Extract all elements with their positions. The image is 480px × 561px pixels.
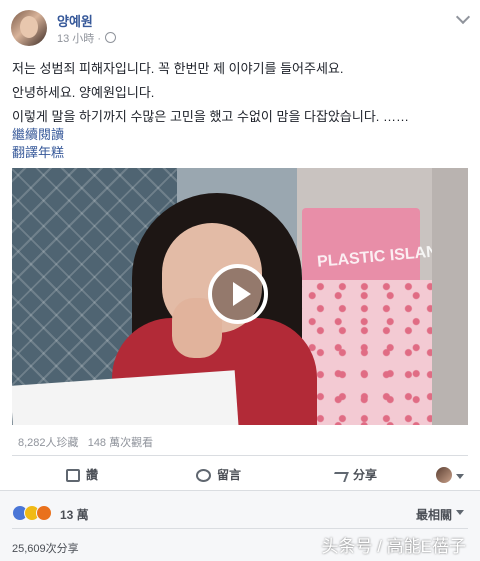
play-icon[interactable] <box>208 264 268 324</box>
post-header: 양예원 13 小時 · <box>0 0 480 56</box>
post-card: 양예원 13 小時 · 저는 성범죄 피해자입니다. 꼭 한번만 제 이야기를 … <box>0 0 480 490</box>
caret-down-icon[interactable] <box>456 474 464 479</box>
divider-top <box>0 490 480 491</box>
share-icon <box>331 472 349 482</box>
divider <box>12 455 468 456</box>
read-more-link[interactable]: 繼續閱讀 <box>12 124 64 143</box>
divider-bottom <box>12 528 468 529</box>
sort-caret-icon[interactable] <box>456 510 464 515</box>
post-text-line-3: 이렇게 말을 하기까지 수많은 고민을 했고 수없이 맘을 다잡았습니다. …… <box>12 109 409 124</box>
share-label: 分享 <box>353 468 378 482</box>
post-time-text[interactable]: 13 小時 · <box>57 33 101 45</box>
action-bar: 讚 留言 分享 <box>0 460 480 490</box>
sad-reaction-icon <box>36 505 52 521</box>
video-player[interactable]: PLASTIC ISLAND <box>12 168 468 425</box>
like-button[interactable]: 讚 <box>66 466 98 483</box>
translate-link[interactable]: 翻譯年糕 <box>12 142 64 161</box>
share-count[interactable]: 25,609次分享 <box>12 540 79 556</box>
author-avatar[interactable] <box>11 10 47 46</box>
video-bg-rightwall <box>432 168 468 425</box>
video-stats: 8,282人珍藏 148 萬次觀看 <box>18 437 154 449</box>
author-name[interactable]: 양예원 <box>57 11 93 30</box>
share-button[interactable]: 分享 <box>331 466 378 483</box>
chevron-down-icon[interactable] <box>455 9 471 25</box>
post-time[interactable]: 13 小時 · <box>57 30 117 46</box>
like-label: 讚 <box>86 468 99 482</box>
comment-icon <box>196 469 211 482</box>
post-as-avatar[interactable] <box>436 467 452 483</box>
comment-label: 留言 <box>217 468 242 482</box>
post-text-line-2: 안녕하세요. 양예원입니다. <box>12 85 155 100</box>
sort-dropdown[interactable]: 最相關 <box>416 506 452 523</box>
like-icon <box>66 469 80 482</box>
post-text-line-1: 저는 성범죄 피해자입니다. 꼭 한번만 제 이야기를 들어주세요. <box>12 61 344 76</box>
comment-button[interactable]: 留言 <box>196 466 241 483</box>
watermark: 头条号 / 高能E蓓子 <box>321 537 466 556</box>
globe-icon <box>105 32 117 43</box>
reaction-count[interactable]: 13 萬 <box>60 506 89 523</box>
